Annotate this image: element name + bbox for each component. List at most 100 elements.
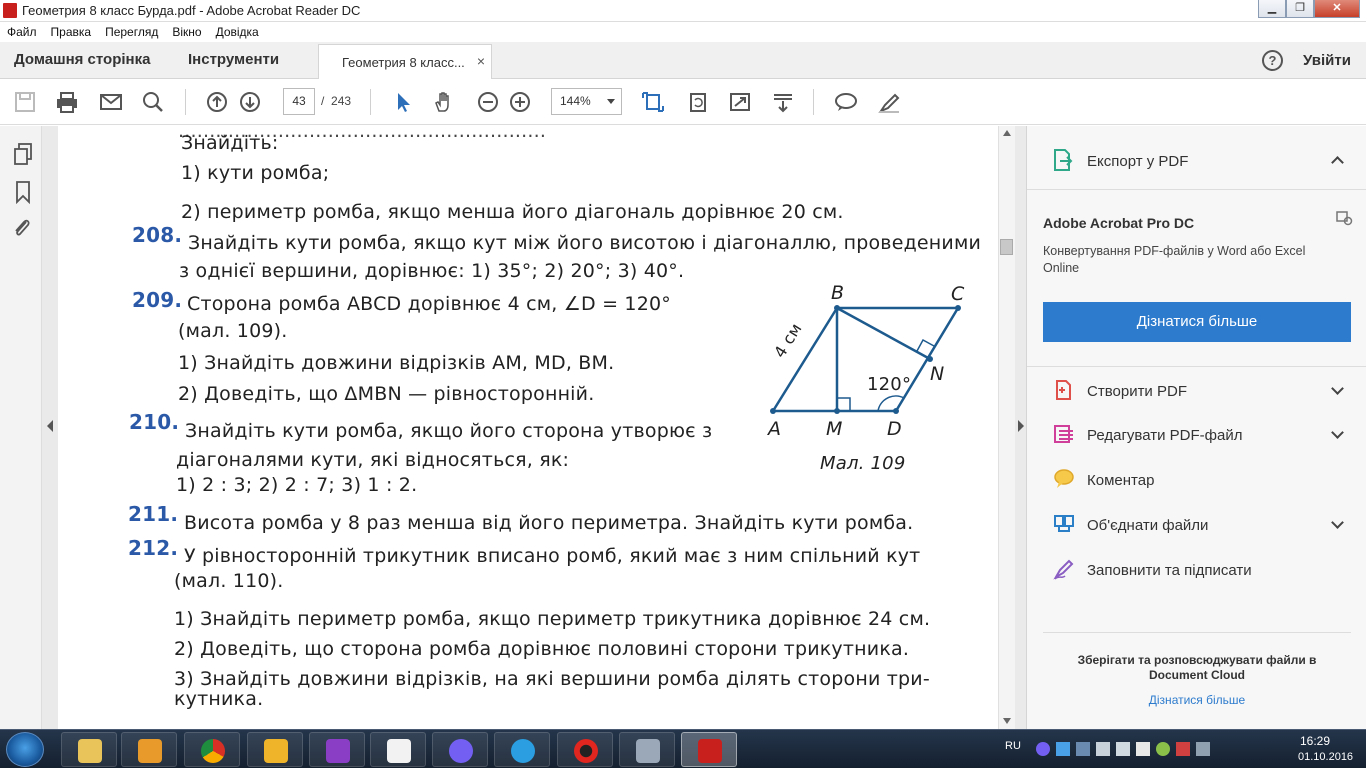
save-icon[interactable]: [13, 91, 37, 113]
tray-icon[interactable]: [1196, 742, 1210, 756]
menu-file[interactable]: Файл: [0, 22, 44, 42]
menu-window[interactable]: Вікно: [165, 22, 208, 42]
select-cursor-icon[interactable]: [392, 91, 416, 113]
tool-label: Заповнити та підписати: [1087, 562, 1252, 579]
comment-icon[interactable]: [834, 91, 858, 113]
system-tray: [1036, 742, 1210, 756]
zoom-in-icon[interactable]: [508, 91, 532, 113]
help-icon[interactable]: ?: [1262, 50, 1283, 71]
toolbar-separator: [813, 89, 814, 115]
hand-tool-icon[interactable]: [432, 91, 456, 113]
full-screen-icon[interactable]: [728, 91, 752, 113]
menu-edit[interactable]: Правка: [44, 22, 99, 42]
document-tab-label: Геометрия 8 класс...: [342, 55, 465, 70]
vertical-scrollbar[interactable]: [998, 126, 1015, 729]
navigation-pane: [0, 126, 42, 729]
clock-time[interactable]: 16:29: [1300, 734, 1330, 748]
taskbar-yandex[interactable]: [370, 732, 426, 767]
scroll-down-icon[interactable]: [1003, 718, 1011, 724]
login-button[interactable]: Увійти: [1303, 52, 1351, 69]
next-page-icon[interactable]: [238, 91, 262, 113]
tab-document[interactable]: Геометрия 8 класс... ×: [318, 44, 492, 79]
tool-label: Редагувати PDF-файл: [1087, 427, 1243, 444]
fit-page-icon[interactable]: [641, 91, 665, 113]
problem-text: 1) Знайдіть периметр ромба, якщо перимет…: [174, 608, 931, 630]
email-icon[interactable]: [99, 91, 123, 113]
label-n: N: [930, 363, 945, 385]
taskbar-tools-app[interactable]: [247, 732, 303, 767]
page-thumbnails-icon[interactable]: [12, 142, 34, 166]
maximize-button[interactable]: ❐: [1286, 0, 1314, 18]
close-tab-icon[interactable]: ×: [477, 53, 485, 69]
tools-app-icon: [264, 739, 288, 763]
chevron-down-icon[interactable]: [1331, 382, 1344, 395]
opera-icon: [574, 739, 598, 763]
collapse-right-icon[interactable]: [1017, 420, 1025, 432]
acrobat-icon: [3, 3, 17, 18]
print-icon[interactable]: [55, 91, 79, 113]
chrome-icon: [201, 739, 225, 763]
taskbar-chrome[interactable]: [184, 732, 240, 767]
taskbar-acrobat[interactable]: [681, 732, 737, 767]
chevron-down-icon[interactable]: [1331, 426, 1344, 439]
taskbar-calculator[interactable]: [619, 732, 675, 767]
page-number-input[interactable]: 43: [283, 88, 315, 115]
scroll-thumb[interactable]: [1000, 239, 1013, 255]
scroll-mode-icon[interactable]: [771, 91, 795, 113]
point-a: [770, 408, 776, 414]
problem-text: Висота ромба у 8 раз менша від його пери…: [184, 512, 914, 534]
scroll-up-icon[interactable]: [1003, 130, 1011, 136]
network-tray-icon[interactable]: [1056, 742, 1070, 756]
viber-tray-icon[interactable]: [1036, 742, 1050, 756]
menu-help[interactable]: Довідка: [209, 22, 266, 42]
alert-tray-icon[interactable]: [1176, 742, 1190, 756]
zoom-select[interactable]: 144%: [551, 88, 622, 115]
clock-date[interactable]: 01.10.2016: [1298, 751, 1353, 763]
chevron-up-icon[interactable]: [1331, 156, 1344, 169]
b-tray-icon[interactable]: [1136, 742, 1150, 756]
problem-text: кутника.: [174, 688, 264, 710]
collapse-left-icon[interactable]: [46, 420, 54, 432]
settings-icon[interactable]: [1335, 210, 1353, 226]
product-description: Online: [1043, 261, 1080, 275]
problem-text: (мал. 109).: [178, 320, 288, 342]
attachment-icon[interactable]: [11, 216, 33, 240]
menu-bar: Файл Правка Перегляд Вікно Довідка: [0, 22, 1366, 42]
zoom-out-icon[interactable]: [476, 91, 500, 113]
figure-caption: Мал. 109: [820, 453, 906, 474]
tab-tools[interactable]: Інструменти: [188, 51, 279, 68]
chevron-down-icon[interactable]: [1331, 516, 1344, 529]
right-collapse-strip[interactable]: [1015, 126, 1026, 729]
minimize-button[interactable]: ▁: [1258, 0, 1286, 18]
learn-more-button[interactable]: Дізнатися більше: [1043, 302, 1351, 342]
cloud-learn-more-link[interactable]: Дізнатися більше: [1027, 693, 1366, 707]
taskbar-app-d[interactable]: [309, 732, 365, 767]
tab-home[interactable]: Домашня сторінка: [14, 51, 150, 68]
menu-view[interactable]: Перегляд: [98, 22, 165, 42]
rotate-page-icon[interactable]: [686, 91, 710, 113]
volume-tray-icon[interactable]: [1096, 742, 1110, 756]
taskbar-mail[interactable]: [494, 732, 550, 767]
label-m: M: [826, 418, 843, 440]
edit-pdf-icon: [1054, 425, 1073, 443]
language-indicator[interactable]: RU: [1005, 740, 1021, 752]
page-total-value: 243: [331, 94, 352, 108]
left-collapse-strip[interactable]: [42, 126, 58, 729]
bookmark-icon[interactable]: [13, 180, 33, 204]
update-tray-icon[interactable]: [1156, 742, 1170, 756]
taskbar-viber[interactable]: [432, 732, 488, 767]
export-pdf-header[interactable]: Експорт у PDF: [1027, 126, 1366, 190]
combine-files-icon: [1054, 515, 1074, 532]
taskbar-opera[interactable]: [557, 732, 613, 767]
taskbar-explorer[interactable]: [61, 732, 117, 767]
product-description: Конвертування PDF-файлів у Word або Exce…: [1043, 244, 1306, 258]
search-icon[interactable]: [141, 91, 165, 113]
title-bar: Геометрия 8 класс Бурда.pdf - Adobe Acro…: [0, 0, 1366, 22]
taskbar-media-player[interactable]: [121, 732, 177, 767]
close-window-button[interactable]: ✕: [1314, 0, 1360, 18]
previous-page-icon[interactable]: [205, 91, 229, 113]
start-button[interactable]: [6, 732, 44, 767]
battery-tray-icon[interactable]: [1116, 742, 1130, 756]
bluetooth-tray-icon[interactable]: [1076, 742, 1090, 756]
highlight-pen-icon[interactable]: [877, 91, 901, 113]
